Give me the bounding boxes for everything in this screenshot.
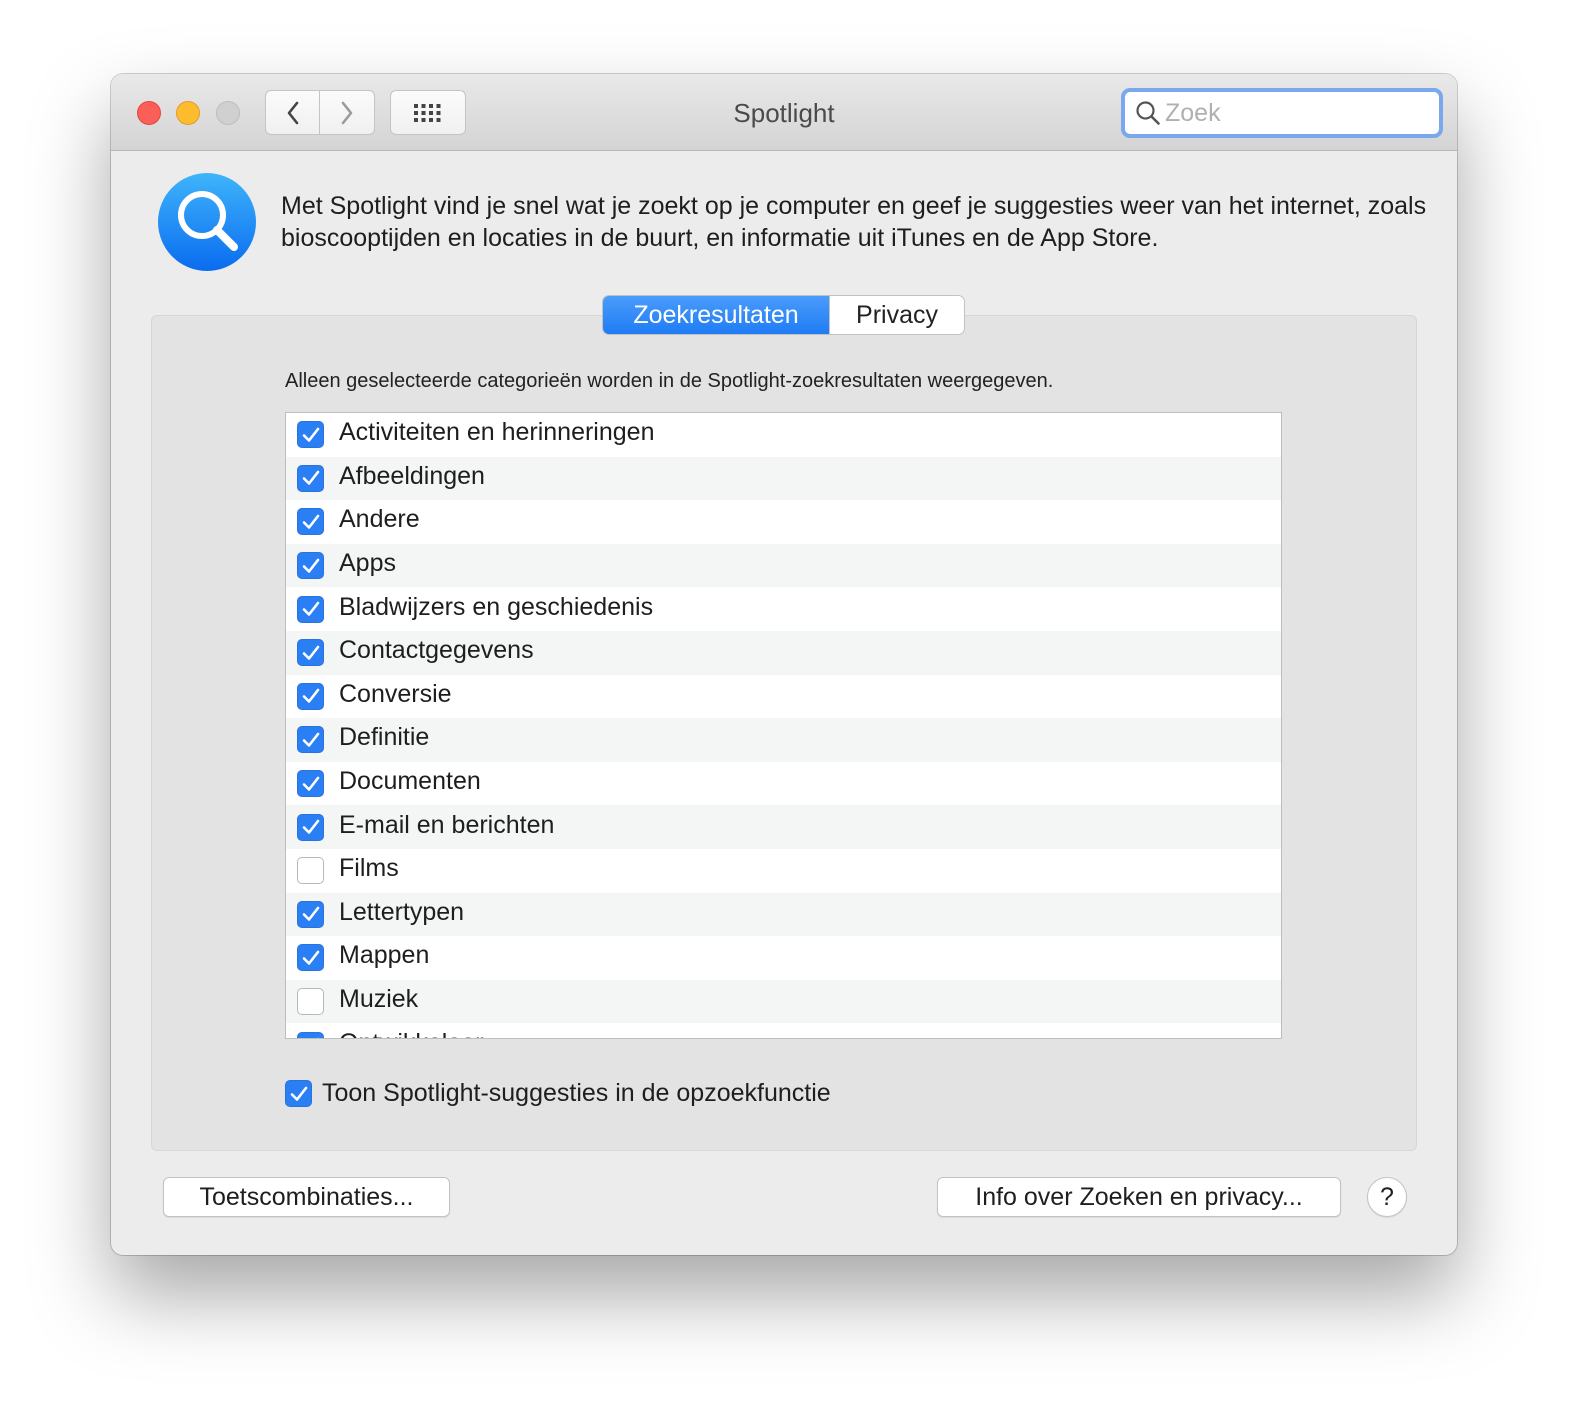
checkbox-checked[interactable] bbox=[297, 682, 324, 710]
list-item[interactable]: Contactgegevens bbox=[286, 630, 1281, 675]
zoom-button bbox=[216, 101, 240, 125]
checkmark-icon bbox=[302, 471, 319, 486]
tab-privacy[interactable]: Privacy bbox=[829, 296, 964, 334]
list-item[interactable]: Andere bbox=[286, 500, 1281, 544]
category-label: Activiteiten en herinneringen bbox=[339, 418, 655, 447]
list-item[interactable]: Afbeeldingen bbox=[286, 456, 1281, 501]
list-item[interactable]: Definitie bbox=[286, 718, 1281, 762]
category-label: Contactgegevens bbox=[339, 636, 534, 665]
list-item[interactable]: Ontwikkelaar bbox=[286, 1023, 1281, 1038]
checkmark-icon bbox=[302, 950, 319, 965]
checkmark-icon bbox=[302, 776, 319, 791]
grid-icon bbox=[414, 103, 441, 122]
chevron-right-icon bbox=[341, 101, 353, 124]
tab-bar: Zoekresultaten Privacy bbox=[603, 296, 964, 334]
list-item[interactable]: Mappen bbox=[286, 936, 1281, 980]
category-label: Lettertypen bbox=[339, 897, 465, 926]
about-search-privacy-button[interactable]: Info over Zoeken en privacy... bbox=[937, 1177, 1341, 1217]
chevron-left-icon bbox=[287, 101, 298, 124]
category-label: Mappen bbox=[339, 941, 430, 970]
checkbox-checked[interactable] bbox=[297, 813, 324, 841]
lookup-suggestions-label: Toon Spotlight-suggesties in de opzoekfu… bbox=[322, 1079, 831, 1107]
checkbox-checked[interactable] bbox=[297, 464, 324, 492]
search-field[interactable] bbox=[1121, 88, 1443, 138]
category-label: Bladwijzers en geschiedenis bbox=[339, 592, 654, 621]
forward-button[interactable] bbox=[320, 90, 375, 135]
list-item[interactable]: Apps bbox=[286, 543, 1281, 588]
category-list[interactable]: Activiteiten en herinneringen Afbeelding… bbox=[285, 412, 1282, 1039]
list-item[interactable]: Films bbox=[286, 849, 1281, 893]
checkmark-icon bbox=[302, 427, 319, 442]
lookup-suggestions-checkbox[interactable] bbox=[285, 1080, 312, 1107]
search-input[interactable] bbox=[1165, 98, 1425, 128]
checkbox-checked[interactable] bbox=[297, 944, 324, 972]
checkmark-icon bbox=[302, 732, 319, 747]
checkbox-unchecked[interactable] bbox=[297, 857, 324, 885]
checkbox-checked[interactable] bbox=[297, 900, 324, 928]
category-label: Afbeeldingen bbox=[339, 461, 485, 490]
category-label: Andere bbox=[339, 505, 420, 534]
list-item[interactable]: Bladwijzers en geschiedenis bbox=[286, 587, 1281, 631]
list-item[interactable]: Activiteiten en herinneringen bbox=[286, 413, 1281, 457]
checkmark-icon bbox=[302, 907, 319, 922]
checkbox-checked[interactable] bbox=[297, 508, 324, 536]
category-label: Apps bbox=[339, 549, 396, 578]
list-item[interactable]: Documenten bbox=[286, 762, 1281, 806]
checkmark-icon bbox=[302, 689, 319, 704]
list-item[interactable]: Muziek bbox=[286, 979, 1281, 1024]
checkbox-unchecked[interactable] bbox=[297, 988, 324, 1016]
category-label: E-mail en berichten bbox=[339, 810, 555, 839]
checkbox-checked[interactable] bbox=[297, 726, 324, 754]
preferences-window: Spotlight Met Spotlight vind je snel wat… bbox=[111, 74, 1457, 1255]
spotlight-description: Met Spotlight vind je snel wat je zoekt … bbox=[281, 192, 1427, 252]
checkbox-checked[interactable] bbox=[297, 1031, 324, 1038]
list-item[interactable]: E-mail en berichten bbox=[286, 805, 1281, 849]
list-item[interactable]: Conversie bbox=[286, 675, 1281, 719]
checkbox-checked[interactable] bbox=[297, 552, 324, 580]
checkmark-icon bbox=[302, 558, 319, 573]
keyboard-shortcuts-button[interactable]: Toetscombinaties... bbox=[163, 1177, 450, 1217]
checkbox-checked[interactable] bbox=[297, 595, 324, 623]
tab-zoekresultaten[interactable]: Zoekresultaten bbox=[603, 296, 829, 334]
results-caption: Alleen geselecteerde categorieën worden … bbox=[285, 370, 1054, 392]
category-label: Definitie bbox=[339, 723, 430, 752]
navigation-buttons bbox=[265, 90, 375, 135]
checkbox-checked[interactable] bbox=[297, 639, 324, 667]
help-button[interactable]: ? bbox=[1367, 1177, 1407, 1217]
category-label: Documenten bbox=[339, 767, 481, 796]
category-label: Muziek bbox=[339, 985, 419, 1014]
lookup-suggestions-option[interactable]: Toon Spotlight-suggesties in de opzoekfu… bbox=[285, 1079, 831, 1108]
checkbox-checked[interactable] bbox=[297, 770, 324, 798]
checkmark-icon bbox=[302, 514, 319, 529]
category-label: Ontwikkelaar bbox=[339, 1029, 484, 1038]
checkmark-icon bbox=[302, 819, 319, 834]
checkmark-icon bbox=[302, 645, 319, 660]
title-bar: Spotlight bbox=[111, 74, 1457, 151]
checkbox-checked[interactable] bbox=[297, 421, 324, 449]
search-icon bbox=[1135, 100, 1161, 126]
checkmark-icon bbox=[290, 1086, 307, 1101]
checkmark-icon bbox=[302, 601, 319, 616]
back-button[interactable] bbox=[265, 90, 320, 135]
list-item[interactable]: Lettertypen bbox=[286, 892, 1281, 937]
checkmark-icon bbox=[316, 1037, 319, 1038]
spotlight-magnifier-icon bbox=[157, 172, 257, 272]
show-all-button[interactable] bbox=[390, 90, 466, 135]
category-label: Films bbox=[339, 854, 399, 883]
category-label: Conversie bbox=[339, 679, 452, 708]
close-button[interactable] bbox=[137, 101, 161, 125]
minimize-button[interactable] bbox=[176, 101, 200, 125]
